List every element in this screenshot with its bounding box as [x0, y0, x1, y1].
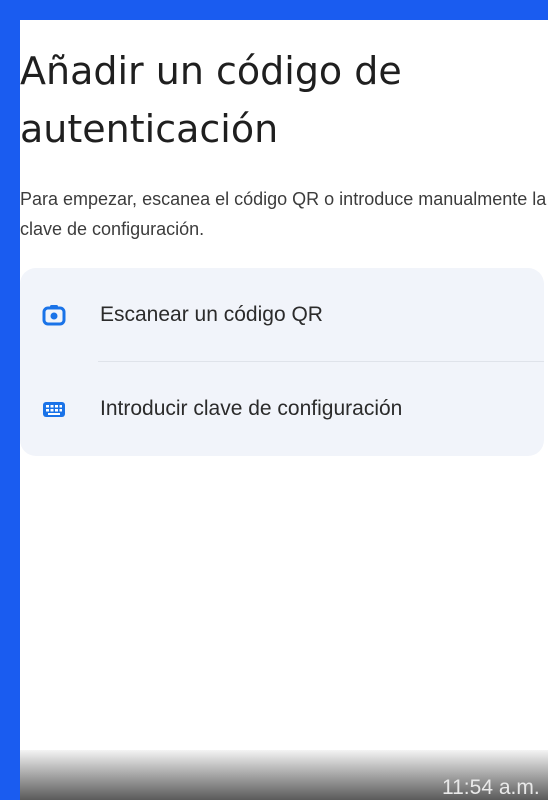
enter-setup-key-label: Introducir clave de configuración: [100, 397, 403, 420]
options-card: Escanear un código QR Introducir clave d…: [20, 268, 544, 456]
keyboard-icon: [42, 398, 66, 420]
frame-border-left: [0, 0, 20, 800]
page-subtitle: Para empezar, escanea el código QR o int…: [20, 189, 547, 239]
scan-qr-label: Escanear un código QR: [100, 303, 323, 326]
camera-icon: [42, 304, 66, 326]
frame-border-top: [0, 0, 548, 20]
scan-qr-option[interactable]: Escanear un código QR: [20, 268, 544, 362]
clock-time: 11:54 a.m.: [442, 776, 540, 799]
enter-setup-key-option[interactable]: Introducir clave de configuración: [20, 362, 544, 456]
page-title: Añadir un código de autenticación: [20, 49, 402, 151]
screen: Añadir un código de autenticación Para e…: [20, 20, 548, 800]
bottom-overlay-bar: 11:54 a.m.: [20, 750, 548, 800]
